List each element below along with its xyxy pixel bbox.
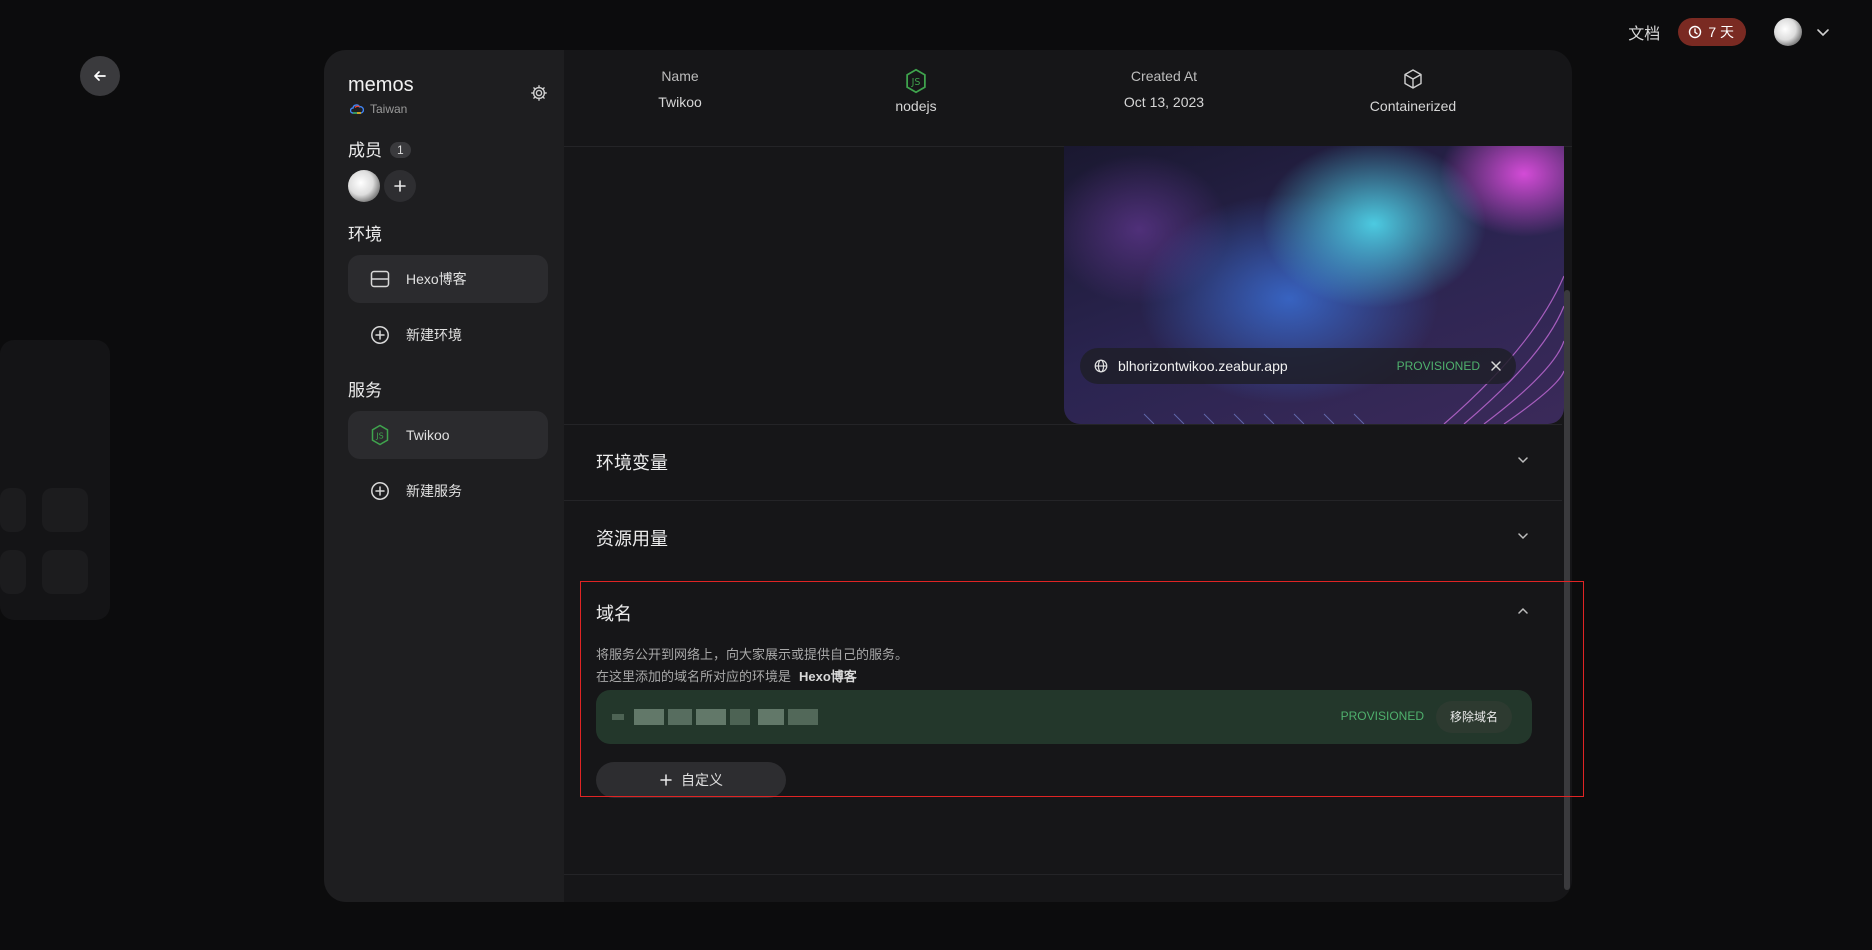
members-heading: 成员 1	[348, 136, 411, 161]
back-button[interactable]	[80, 56, 120, 96]
service-item-twikoo[interactable]: JS Twikoo	[348, 411, 548, 459]
remove-domain-button[interactable]: 移除域名	[1435, 701, 1512, 733]
deployment-preview: blhorizontwikoo.zeabur.app PROVISIONED	[1064, 146, 1564, 424]
domain-row: PROVISIONED 移除域名	[596, 690, 1532, 744]
plus-icon	[394, 180, 406, 192]
new-service-label: 新建服务	[406, 483, 462, 499]
domains-title: 域名	[596, 604, 632, 624]
plus-icon	[660, 774, 672, 786]
env-item-label: Hexo博客	[406, 271, 467, 287]
env-item-hexo[interactable]: Hexo博客	[348, 255, 548, 303]
globe-icon	[1094, 359, 1108, 373]
domain-status: PROVISIONED	[1340, 709, 1424, 723]
preview-status: PROVISIONED	[1396, 359, 1480, 373]
plus-circle-icon	[371, 482, 389, 500]
arrow-left-icon	[94, 71, 106, 81]
add-custom-domain-button[interactable]: 自定义	[596, 762, 786, 798]
project-sidebar: memos Taiwan 成员 1 环境 Hexo博客 新建环境 服务 JS T…	[324, 50, 564, 902]
server-icon	[370, 270, 390, 288]
box-icon	[1404, 69, 1422, 89]
env-note-text: 在这里添加的域名所对应的环境是	[596, 669, 792, 684]
chevron-up-icon[interactable]	[1516, 604, 1530, 618]
info-runtime: JS nodejs	[826, 68, 1006, 114]
info-name: Name Twikoo	[590, 68, 770, 110]
add-member-button[interactable]	[384, 170, 416, 202]
domains-description: 将服务公开到网络上，向大家展示或提供自己的服务。	[596, 647, 909, 662]
member-avatar[interactable]	[348, 170, 380, 202]
created-label: Created At	[1130, 68, 1198, 84]
background-tile	[0, 550, 26, 594]
env-vars-title: 环境变量	[596, 453, 668, 473]
info-type: Containerized	[1323, 68, 1503, 114]
region-label: Taiwan	[350, 102, 407, 116]
preview-domain-pill[interactable]: blhorizontwikoo.zeabur.app PROVISIONED	[1080, 348, 1516, 384]
environments-heading: 环境	[348, 225, 382, 244]
clock-icon	[1689, 25, 1702, 39]
type-value: Containerized	[1369, 98, 1457, 114]
settings-section[interactable]: 设置	[564, 874, 1562, 902]
domain-name-redacted	[612, 709, 818, 725]
settings-title: 设置	[596, 901, 632, 902]
env-note-name: Hexo博客	[799, 669, 857, 684]
preview-domain-text: blhorizontwikoo.zeabur.app	[1118, 358, 1288, 374]
runtime-value: nodejs	[895, 98, 937, 114]
service-content: Name Twikoo JS nodejs Created At Oct 13,…	[564, 50, 1572, 902]
top-bar: 文档 7 天	[1628, 18, 1832, 46]
custom-domain-label: 自定义	[681, 772, 723, 788]
svg-text:JS: JS	[375, 432, 383, 441]
trial-label: 7 天	[1708, 24, 1734, 40]
service-panel: memos Taiwan 成员 1 环境 Hexo博客 新建环境 服务 JS T…	[324, 50, 1572, 902]
background-tile	[42, 550, 88, 594]
new-environment-button[interactable]: 新建环境	[348, 311, 548, 359]
members-count-badge: 1	[390, 142, 411, 158]
docs-link[interactable]: 文档	[1628, 20, 1660, 44]
trial-badge[interactable]: 7 天	[1678, 18, 1746, 46]
nodejs-icon: JS	[906, 68, 926, 94]
close-icon[interactable]	[1490, 360, 1502, 372]
background-tile	[0, 488, 26, 532]
user-avatar[interactable]	[1774, 18, 1802, 46]
name-value: Twikoo	[658, 94, 702, 110]
chevron-down-icon[interactable]	[1516, 453, 1530, 467]
service-item-label: Twikoo	[406, 427, 450, 443]
env-vars-section[interactable]: 环境变量	[564, 424, 1562, 499]
resources-title: 资源用量	[596, 529, 668, 549]
service-info-header: Name Twikoo JS nodejs Created At Oct 13,…	[564, 50, 1572, 147]
project-name: memos	[348, 74, 414, 96]
services-heading: 服务	[348, 381, 382, 400]
domains-env-note: 在这里添加的域名所对应的环境是 Hexo博客	[596, 666, 857, 685]
svg-text:JS: JS	[911, 77, 921, 88]
new-service-button[interactable]: 新建服务	[348, 467, 548, 515]
content-scrollbar[interactable]	[1564, 290, 1570, 890]
new-environment-label: 新建环境	[406, 327, 462, 343]
created-value: Oct 13, 2023	[1123, 94, 1205, 110]
nodejs-icon: JS	[371, 424, 389, 446]
gear-icon[interactable]	[530, 84, 548, 102]
plus-circle-icon	[371, 326, 389, 344]
name-label: Name	[661, 68, 699, 84]
background-tile	[42, 488, 88, 532]
chevron-down-icon[interactable]	[1814, 23, 1832, 41]
members-label: 成员	[348, 141, 382, 160]
chevron-down-icon[interactable]	[1516, 529, 1530, 543]
google-cloud-icon	[350, 104, 364, 114]
region-name: Taiwan	[370, 102, 408, 116]
info-created: Created At Oct 13, 2023	[1074, 68, 1254, 110]
resources-section[interactable]: 资源用量	[564, 500, 1562, 577]
